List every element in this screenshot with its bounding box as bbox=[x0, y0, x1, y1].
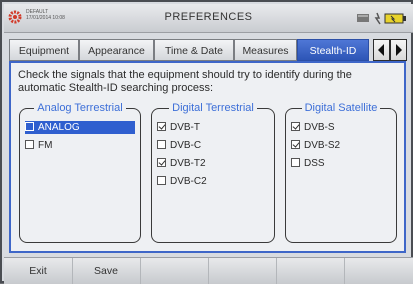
battery-icon bbox=[384, 13, 406, 24]
checkbox-dvb-t[interactable]: DVB-T bbox=[157, 121, 200, 134]
tab-time-date[interactable]: Time & Date bbox=[154, 39, 234, 61]
checkbox-fm[interactable]: FM bbox=[25, 139, 52, 152]
group-digital-terrestrial: Digital Terrestrial DVB-T DVB-C DVB-T2 D… bbox=[151, 102, 275, 243]
softkey-6[interactable] bbox=[344, 258, 413, 284]
tab-stealth-id[interactable]: Stealth-ID bbox=[297, 39, 369, 61]
checkbox-label: DSS bbox=[304, 158, 325, 169]
title-bar: DEFAULT 17/01/2014 10:08 PREFERENCES bbox=[4, 4, 413, 33]
checkbox-box bbox=[291, 140, 300, 149]
status-icons bbox=[357, 12, 406, 25]
exit-button[interactable]: Exit bbox=[4, 258, 73, 284]
group-title-digital-terrestrial: Digital Terrestrial bbox=[169, 102, 257, 114]
checkbox-dvb-s[interactable]: DVB-S bbox=[291, 121, 335, 134]
checkbox-label: DVB-T bbox=[170, 122, 200, 133]
checkbox-analog[interactable]: ANALOG bbox=[25, 121, 135, 134]
tab-bar: Equipment Appearance Time & Date Measure… bbox=[9, 39, 387, 61]
arrow-right-icon bbox=[396, 44, 402, 56]
group-title-analog-terrestrial: Analog Terrestrial bbox=[34, 102, 126, 114]
checkbox-box bbox=[157, 122, 166, 131]
group-analog-terrestrial: Analog Terrestrial ANALOG FM bbox=[19, 102, 141, 243]
save-button[interactable]: Save bbox=[72, 258, 141, 284]
checkbox-box bbox=[157, 158, 166, 167]
group-title-digital-satellite: Digital Satellite bbox=[301, 102, 381, 114]
checkbox-label: DVB-S bbox=[304, 122, 335, 133]
checkbox-label: DVB-C bbox=[170, 140, 202, 151]
checkbox-box bbox=[291, 122, 300, 131]
checkbox-box bbox=[25, 140, 34, 149]
tab-equipment[interactable]: Equipment bbox=[9, 39, 79, 61]
softkey-4[interactable] bbox=[208, 258, 277, 284]
plug-icon bbox=[374, 12, 381, 25]
app-window: DEFAULT 17/01/2014 10:08 PREFERENCES Equ… bbox=[0, 0, 413, 284]
softkey-5[interactable] bbox=[276, 258, 345, 284]
arrow-left-icon bbox=[378, 44, 384, 56]
page-title: PREFERENCES bbox=[164, 11, 253, 23]
checkbox-label: DVB-C2 bbox=[170, 176, 207, 187]
group-digital-satellite: Digital Satellite DVB-S DVB-S2 DSS bbox=[285, 102, 397, 243]
checkbox-label: DVB-S2 bbox=[304, 140, 341, 151]
softkey-3[interactable] bbox=[140, 258, 209, 284]
instructions-text: Check the signals that the equipment sho… bbox=[18, 69, 352, 94]
checkbox-dss[interactable]: DSS bbox=[291, 157, 325, 170]
checkbox-dvb-s2[interactable]: DVB-S2 bbox=[291, 139, 340, 152]
checkbox-box bbox=[157, 176, 166, 185]
checkbox-box bbox=[157, 140, 166, 149]
checkbox-label: FM bbox=[38, 140, 53, 151]
checkbox-box bbox=[291, 158, 300, 167]
stealth-id-panel: Check the signals that the equipment sho… bbox=[9, 61, 406, 253]
tab-next-button[interactable] bbox=[390, 39, 407, 61]
checkbox-box bbox=[25, 122, 34, 131]
checkbox-label: DVB-T2 bbox=[170, 158, 206, 169]
tab-prev-button[interactable] bbox=[373, 39, 390, 61]
checkbox-dvb-c[interactable]: DVB-C bbox=[157, 139, 201, 152]
tab-appearance[interactable]: Appearance bbox=[79, 39, 154, 61]
checkbox-dvb-c2[interactable]: DVB-C2 bbox=[157, 175, 207, 188]
checkbox-label: ANALOG bbox=[38, 122, 80, 133]
checkbox-dvb-t2[interactable]: DVB-T2 bbox=[157, 157, 206, 170]
softkey-bar: Exit Save bbox=[4, 257, 413, 284]
tab-measures[interactable]: Measures bbox=[234, 39, 297, 61]
speaker-icon bbox=[357, 14, 369, 22]
